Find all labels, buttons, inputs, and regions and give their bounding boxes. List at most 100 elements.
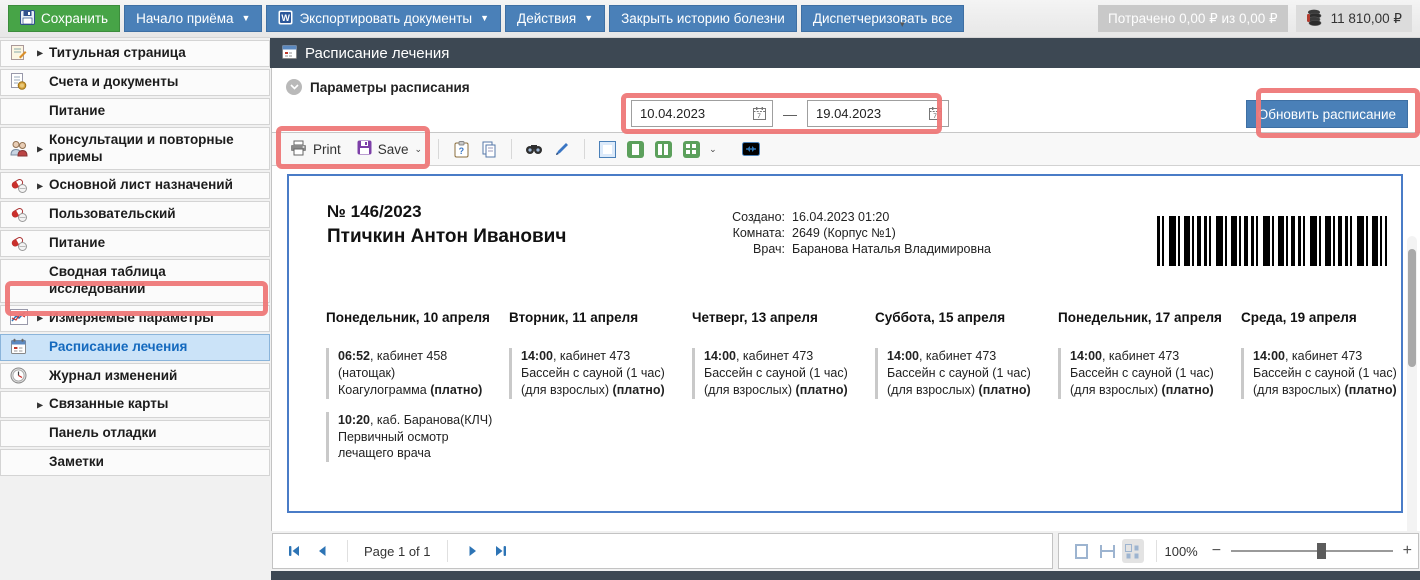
- sidebar-item[interactable]: Расписание лечения: [0, 334, 270, 361]
- fit-page-icon[interactable]: [1071, 539, 1093, 563]
- expand-arrow-icon[interactable]: ▶: [37, 314, 43, 323]
- date-to-input[interactable]: [808, 106, 922, 121]
- schedule-column: Суббота, 15 апреля14:00, кабинет 473Басс…: [875, 310, 1045, 475]
- meta-label: Создано:: [709, 209, 785, 225]
- meta-value: Баранова Наталья Владимировна: [792, 241, 991, 257]
- toolbar-button[interactable]: Начало приёма▼: [124, 5, 262, 32]
- expand-arrow-icon[interactable]: ▶: [37, 144, 43, 153]
- print-button-label: Print: [313, 142, 341, 157]
- sidebar-item[interactable]: ▶Связанные карты: [0, 391, 270, 418]
- parameters-icon[interactable]: ?: [451, 139, 471, 159]
- schedule-day-header: Понедельник, 17 апреля: [1058, 310, 1228, 325]
- date-to-field[interactable]: 7: [807, 100, 949, 127]
- sidebar-item-label: Питание: [1, 99, 111, 124]
- toolbar-overflow-icon[interactable]: ▾: [900, 20, 905, 29]
- sidebar-item[interactable]: Журнал изменений: [0, 363, 270, 390]
- toolbar-separator: [584, 139, 585, 159]
- schedule-day-header: Суббота, 15 апреля: [875, 310, 1045, 325]
- sidebar-item[interactable]: Питание: [0, 230, 270, 257]
- sidebar-item[interactable]: Питание: [0, 98, 270, 125]
- toolbar-button[interactable]: Диспетчеризовать все: [801, 5, 965, 32]
- sidebar-item[interactable]: ▶Основной лист назначений: [0, 172, 270, 199]
- sidebar-item[interactable]: ▶Консультации и повторные приемы: [0, 127, 270, 171]
- pager-separator: [347, 540, 348, 562]
- entry-location: , кабинет 473: [1102, 349, 1179, 363]
- toolbar-button[interactable]: Закрыть историю болезни: [609, 5, 797, 32]
- calendar-picker-icon[interactable]: 7: [922, 101, 948, 126]
- meta-value: 16.04.2023 01:20: [792, 209, 889, 225]
- find-icon[interactable]: [524, 139, 544, 159]
- sidebar-item[interactable]: Заметки: [0, 449, 270, 476]
- expand-arrow-icon[interactable]: ▶: [37, 49, 43, 58]
- calendar-picker-icon[interactable]: 7: [746, 101, 772, 126]
- zoom-out-button[interactable]: −: [1206, 542, 1227, 560]
- refresh-schedule-button[interactable]: Обновить расписание: [1246, 100, 1408, 128]
- entry-time: 14:00: [704, 349, 736, 363]
- toolbar-button[interactable]: Действия▼: [505, 5, 605, 32]
- sidebar-item-label: Связанные карты: [1, 392, 174, 417]
- toolbar-button-label: Начало приёма: [136, 11, 233, 26]
- copy-page-icon[interactable]: [479, 139, 499, 159]
- date-from-field[interactable]: 7: [631, 100, 773, 127]
- floppy-icon: [20, 10, 35, 28]
- expand-arrow-icon[interactable]: ▶: [37, 181, 43, 190]
- meta-label: Комната:: [709, 225, 785, 241]
- view-continuous-icon[interactable]: [597, 139, 617, 159]
- multi-page-zoom-icon[interactable]: [1122, 539, 1144, 563]
- vertical-scrollbar-thumb[interactable]: [1408, 249, 1416, 367]
- chevron-down-icon[interactable]: ⌄: [709, 144, 717, 155]
- coins-icon: [1306, 9, 1324, 29]
- fit-width-icon[interactable]: [741, 139, 761, 159]
- chevron-down-icon: ⌄: [415, 144, 423, 155]
- toolbar-button[interactable]: WЭкспортировать документы▼: [266, 5, 501, 32]
- schedule-day-header: Вторник, 11 апреля: [509, 310, 679, 325]
- pills-icon: [10, 235, 28, 253]
- prev-page-icon[interactable]: [313, 543, 331, 559]
- sidebar-item[interactable]: Пользовательский: [0, 201, 270, 228]
- schedule-column: Среда, 19 апреля14:00, кабинет 473Бассей…: [1241, 310, 1403, 475]
- date-from-input[interactable]: [632, 106, 746, 121]
- export-save-button[interactable]: Save ⌄: [353, 138, 426, 160]
- fit-page-width-icon[interactable]: [1097, 539, 1119, 563]
- content-panel: Параметры расписания 7 — 7 Обновить расп…: [271, 68, 1420, 531]
- print-button[interactable]: Print: [286, 138, 345, 161]
- entry-paid-flag: (платно): [1162, 383, 1214, 397]
- save-button[interactable]: Сохранить: [8, 5, 120, 32]
- zoom-slider-track: [1231, 550, 1393, 552]
- schedule-day-header: Среда, 19 апреля: [1241, 310, 1403, 325]
- edit-pen-icon[interactable]: [552, 139, 572, 159]
- sidebar-item-label: Счета и документы: [1, 70, 184, 95]
- sidebar-item[interactable]: Панель отладки: [0, 420, 270, 447]
- page-title: Расписание лечения: [305, 45, 449, 62]
- sidebar-item[interactable]: ▶Титульная страница: [0, 40, 270, 67]
- collapse-section-icon[interactable]: [286, 79, 302, 95]
- sidebar-item-label: Журнал изменений: [1, 364, 183, 389]
- zoom-slider[interactable]: [1231, 543, 1393, 559]
- view-multi-page-icon[interactable]: [681, 139, 701, 159]
- schedule-column: Четверг, 13 апреля14:00, кабинет 473Басс…: [692, 310, 862, 475]
- next-page-icon[interactable]: [464, 543, 482, 559]
- zoom-slider-handle[interactable]: [1317, 543, 1326, 559]
- view-two-pages-icon[interactable]: [653, 139, 673, 159]
- expand-arrow-icon[interactable]: ▶: [37, 400, 43, 409]
- word-icon: W: [278, 10, 293, 28]
- document-number: № 146/2023: [327, 202, 422, 222]
- toolbar-button-label: Диспетчеризовать все: [813, 11, 953, 26]
- spent-badge: Потрачено 0,00 ₽ из 0,00 ₽: [1098, 5, 1288, 32]
- save-button-label: Сохранить: [41, 11, 108, 26]
- entry-time: 14:00: [1253, 349, 1285, 363]
- entry-time: 10:20: [338, 413, 370, 427]
- vertical-scrollbar[interactable]: [1407, 236, 1417, 531]
- first-page-icon[interactable]: [285, 543, 303, 559]
- last-page-icon[interactable]: [492, 543, 510, 559]
- view-single-page-icon[interactable]: [625, 139, 645, 159]
- entry-paid-flag: (платно): [430, 383, 482, 397]
- sidebar-item[interactable]: ▶Измеряемые параметры: [0, 305, 270, 332]
- zoom-in-button[interactable]: +: [1397, 542, 1418, 560]
- entry-time: 06:52: [338, 349, 370, 363]
- pager-label: Page 1 of 1: [364, 544, 431, 559]
- toolbar-button-label: Действия: [517, 11, 576, 26]
- sidebar-item[interactable]: Счета и документы: [0, 69, 270, 96]
- page-title-bar: Расписание лечения: [270, 38, 1420, 68]
- sidebar-item[interactable]: Сводная таблица исследований: [0, 259, 270, 303]
